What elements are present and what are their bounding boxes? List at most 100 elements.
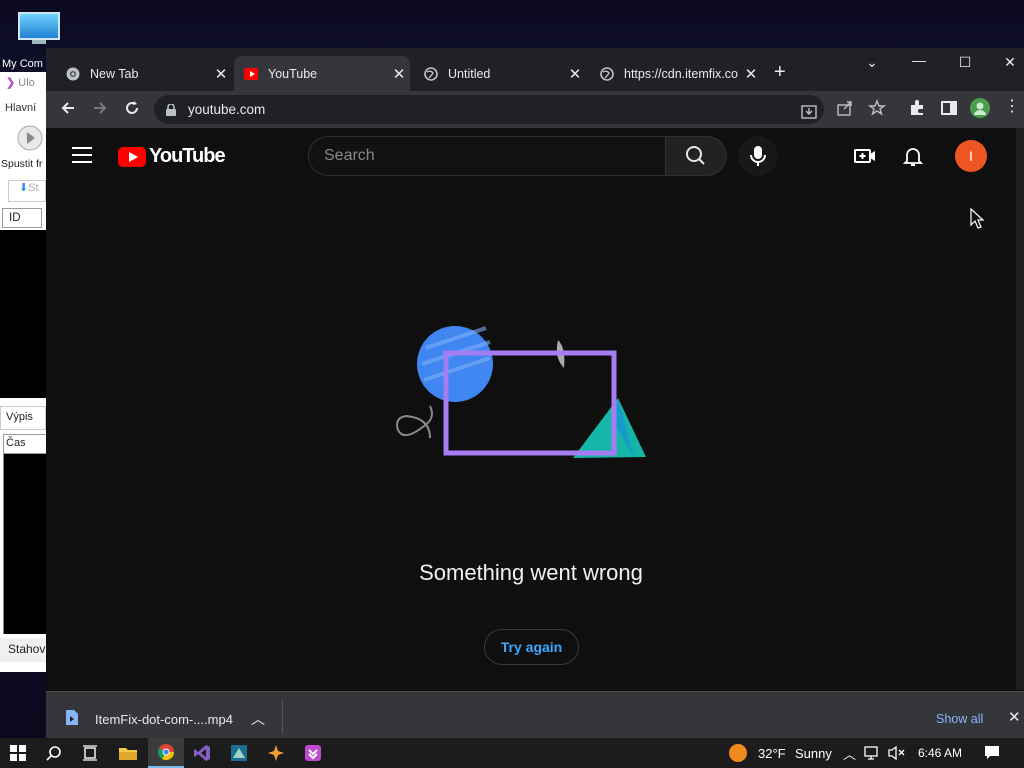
notifications-bell-icon[interactable] [901,144,925,168]
side-panel-icon[interactable] [940,99,958,117]
search-input[interactable] [324,147,644,165]
visual-studio-icon [194,745,210,761]
bg-app-titlebar[interactable]: ❯ Ulo [0,76,46,94]
youtube-favicon-icon [244,67,258,81]
windows-taskbar: 32°F Sunny ︿ 6:46 AM [0,738,1024,768]
desktop-icon-label[interactable]: My Com [2,58,43,70]
error-title: Something went wrong [419,560,643,585]
tab-new-tab[interactable]: New Tab ✕ [54,56,232,91]
search-taskbar-button[interactable] [36,738,72,768]
bg-app-list [0,230,46,398]
weather-sun-icon[interactable] [728,743,748,766]
download-file-name[interactable]: ItemFix-dot-com-....mp4 [95,712,233,727]
bg-app-output-list [3,454,46,634]
voice-search-button[interactable] [738,136,778,176]
download-arrow-icon: ⬇ [19,182,29,194]
search-icon [686,146,705,165]
bg-app-menu[interactable]: Hlavní [0,102,46,114]
app-logo-icon: ❯ [6,77,16,89]
create-video-icon[interactable] [853,144,877,168]
youtube-logo[interactable]: YouTube [118,145,226,168]
volume-muted-icon[interactable] [888,745,906,764]
start-button[interactable] [0,738,36,768]
task-view-button[interactable] [72,738,108,768]
bg-app-title: Ulo [18,77,35,89]
youtube-page: YouTube I Something went wrong Try ag [46,128,1016,690]
clock-time[interactable]: 6:46 AM [918,746,962,760]
install-app-icon[interactable] [800,103,818,121]
play-icon[interactable] [16,124,44,152]
forward-button[interactable] [90,100,110,120]
weather-temp[interactable]: 32°F [758,746,786,761]
reload-button[interactable] [122,100,142,120]
tab-title: https://cdn.itemfix.co [624,66,738,81]
new-tab-button[interactable]: + [774,62,786,82]
tab-strip: New Tab ✕ YouTube ✕ Untitled ✕ https://c… [46,48,1024,91]
youtube-play-icon [118,146,146,167]
tab-itemfix[interactable]: https://cdn.itemfix.co ✕ [588,56,762,91]
youtube-logo-text: YouTube [149,145,226,167]
weather-text[interactable]: Sunny [795,746,832,761]
downloads-shelf: ItemFix-dot-com-....mp4 ︿ Show all ✕ [46,691,1024,738]
tab-close-icon[interactable]: ✕ [210,65,232,83]
browser-toolbar: youtube.com ⋮ [46,91,1024,128]
visual-studio-button[interactable] [184,738,220,768]
url-text[interactable]: youtube.com [188,102,265,117]
share-icon[interactable] [836,99,854,117]
windows-logo-icon [10,745,26,761]
search-box[interactable] [308,136,666,176]
file-icon [66,710,78,725]
download-button[interactable]: Stahov [0,638,46,662]
chevron-up-icon[interactable]: ︿ [251,709,265,729]
app-taskbar-button[interactable] [221,738,257,768]
file-explorer-button[interactable] [110,738,146,768]
profile-avatar-icon[interactable] [970,98,990,118]
network-icon[interactable] [864,745,882,764]
task-view-icon [83,745,97,761]
tab-untitled[interactable]: Untitled ✕ [412,56,586,91]
id-column-header[interactable]: ID [2,208,42,228]
minimize-button[interactable]: — [907,52,931,68]
time-column-header[interactable]: Čas [3,434,46,454]
computer-icon[interactable] [18,12,60,44]
app-icon [231,745,247,761]
downloader-icon [305,745,321,761]
tab-youtube[interactable]: YouTube ✕ [234,56,410,91]
page-scrollbar[interactable] [1016,128,1024,690]
lock-icon[interactable] [166,103,176,116]
search-button[interactable] [665,136,727,176]
globe-icon [424,66,438,81]
back-button[interactable] [58,100,78,120]
tab-title: YouTube [268,66,318,81]
close-shelf-icon[interactable]: ✕ [1008,708,1021,726]
account-avatar[interactable]: I [955,140,987,172]
downloader-app-button[interactable] [295,738,331,768]
browser-window: New Tab ✕ YouTube ✕ Untitled ✕ https://c… [46,48,1024,738]
hidden-icons-chevron-icon[interactable]: ︿ [843,744,856,763]
menu-icon[interactable] [72,147,92,163]
more-menu-icon[interactable]: ⋮ [1004,99,1022,117]
bg-app-tab[interactable]: ⬇St [8,180,46,202]
notification-center-icon[interactable] [984,745,1000,764]
chrome-taskbar-button[interactable] [148,738,184,768]
address-bar[interactable]: youtube.com [154,95,824,124]
error-illustration [396,326,646,458]
extensions-icon[interactable] [908,99,926,117]
sparkle-icon [268,745,284,761]
bg-app-run-label: Spustit fr [1,158,43,170]
search-icon [46,746,61,761]
sparkle-app-button[interactable] [258,738,294,768]
maximize-button[interactable]: ☐ [953,54,977,71]
bookmark-star-icon[interactable] [867,99,887,117]
close-window-button[interactable]: ✕ [998,54,1022,71]
tab-close-icon[interactable]: ✕ [388,65,410,83]
show-all-link[interactable]: Show all [936,712,983,726]
try-again-button[interactable]: Try again [484,629,579,665]
tab-close-icon[interactable]: ✕ [740,65,762,83]
tab-close-icon[interactable]: ✕ [564,65,586,83]
background-app-window[interactable]: ❯ Ulo Hlavní Spustit fr ⬇St ID Výpis Čas… [0,72,46,672]
tab-search-chevron-icon[interactable]: ⌄ [860,54,884,71]
output-tab[interactable]: Výpis [0,406,46,430]
chrome-icon [157,744,175,761]
microphone-icon [750,146,766,166]
